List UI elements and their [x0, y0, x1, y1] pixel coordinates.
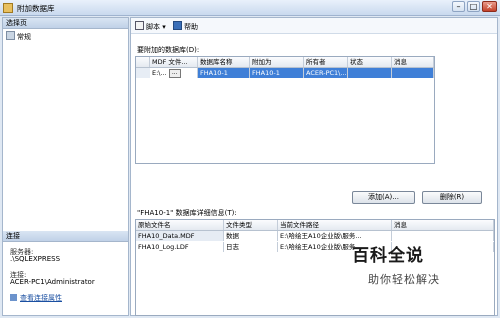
watermark-logo: 百科全说: [352, 246, 424, 266]
orig-file-cell: FHA10_Log.LDF: [136, 242, 224, 252]
select-page-header: 选择页: [3, 18, 128, 29]
column-header[interactable]: MDF 文件...: [150, 57, 198, 67]
help-label: 帮助: [184, 23, 198, 31]
status-cell: [348, 68, 392, 78]
column-header[interactable]: 状态: [348, 57, 392, 67]
file-path-cell[interactable]: E:\哈绘王A10企业版\服务...: [278, 231, 392, 241]
watermark-subtitle: 助你轻松解决: [368, 273, 440, 286]
table-row[interactable]: FHA10_Data.MDF 数据 E:\哈绘王A10企业版\服务...: [136, 231, 494, 241]
file-type-cell: 日志: [224, 242, 278, 252]
column-header[interactable]: 附加为: [250, 57, 304, 67]
message-cell: [392, 68, 434, 78]
grid-header: 原始文件名 文件类型 当前文件路径 消息: [136, 220, 494, 231]
table-row[interactable]: E:\...... FHA10-1 FHA10-1 ACER-PC1\...: [136, 68, 434, 78]
column-header[interactable]: 当前文件路径: [278, 220, 392, 230]
connection-value: ACER-PC1\Administrator: [10, 278, 95, 286]
view-connection-properties-link[interactable]: 查看连接属性: [10, 293, 62, 303]
window-icon: [3, 3, 13, 13]
remove-button[interactable]: 删除(R): [422, 191, 482, 204]
page-icon: [6, 31, 15, 40]
owner-cell[interactable]: ACER-PC1\...: [304, 68, 348, 78]
column-header[interactable]: 文件类型: [224, 220, 278, 230]
left-pane: 选择页 常规 连接 服务器: .\SQLEXPRESS 连接: ACER-PC1…: [2, 17, 129, 316]
properties-icon: [10, 294, 17, 301]
column-header[interactable]: 消息: [392, 57, 434, 67]
watermark: 百科全说 助你轻松解决: [352, 241, 482, 295]
column-header[interactable]: 数据库名称: [198, 57, 250, 67]
window-title: 附加数据库: [17, 4, 55, 13]
attach-databases-grid[interactable]: MDF 文件... 数据库名称 附加为 所有者 状态 消息 E:\...... …: [135, 56, 435, 164]
toolbar: 脚本 ▾ 帮助: [131, 18, 497, 34]
file-type-cell: 数据: [224, 231, 278, 241]
browse-button[interactable]: ...: [168, 68, 181, 78]
script-button[interactable]: 脚本 ▾: [135, 21, 166, 32]
view-connection-properties-label: 查看连接属性: [20, 294, 62, 302]
db-name-cell[interactable]: FHA10-1: [198, 68, 250, 78]
column-header[interactable]: 原始文件名: [136, 220, 224, 230]
attach-databases-label: 要附加的数据库(D):: [137, 46, 200, 54]
help-icon: [173, 21, 182, 30]
grid-header: MDF 文件... 数据库名称 附加为 所有者 状态 消息: [136, 57, 434, 68]
column-header[interactable]: 所有者: [304, 57, 348, 67]
column-header[interactable]: 消息: [392, 220, 494, 230]
help-button[interactable]: 帮助: [173, 21, 198, 32]
connection-header: 连接: [3, 231, 128, 242]
minimize-button[interactable]: –: [452, 1, 465, 12]
script-label: 脚本: [146, 23, 160, 31]
close-button[interactable]: ✕: [482, 1, 497, 12]
title-bar: 附加数据库 – □ ✕: [0, 0, 500, 16]
page-item-general[interactable]: 常规: [6, 31, 31, 42]
orig-file-cell: FHA10_Data.MDF: [136, 231, 224, 241]
message-cell: [392, 231, 494, 241]
script-icon: [135, 21, 144, 30]
maximize-button[interactable]: □: [467, 1, 480, 12]
mdf-path: E:\...: [152, 69, 167, 77]
page-item-label: 常规: [17, 33, 31, 41]
row-selector[interactable]: [136, 68, 151, 78]
server-value: .\SQLEXPRESS: [10, 255, 61, 263]
database-details-label: "FHA10-1" 数据库详细信息(T):: [137, 209, 237, 217]
attach-as-cell[interactable]: FHA10-1: [250, 68, 304, 78]
add-button[interactable]: 添加(A)...: [352, 191, 415, 204]
